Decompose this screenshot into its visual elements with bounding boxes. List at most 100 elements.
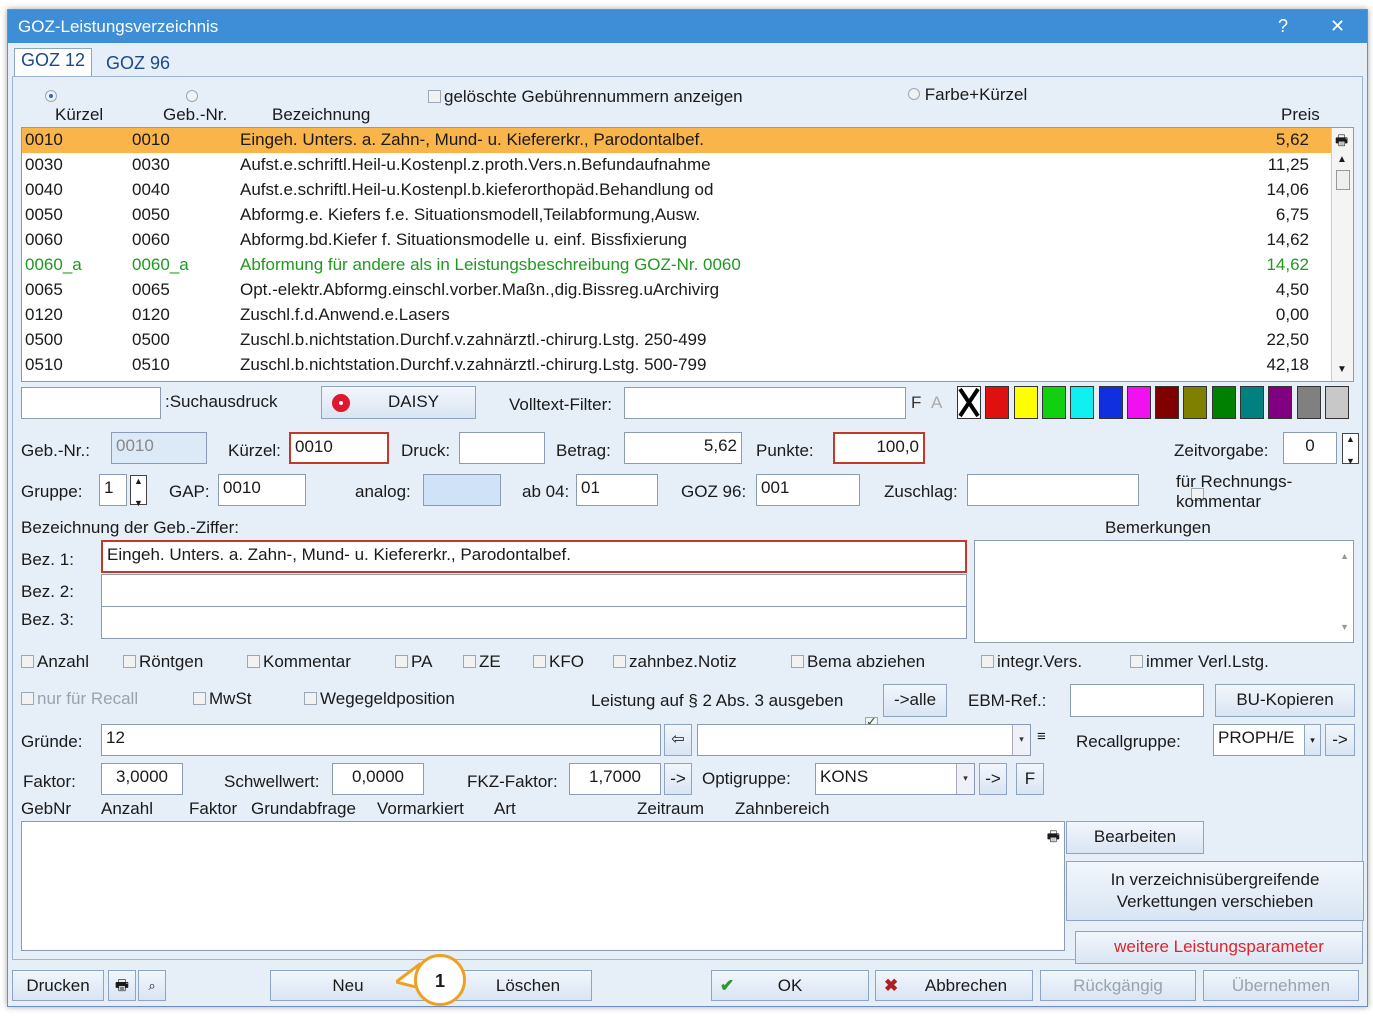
option-checkbox[interactable]: zahnbez.Notiz: [613, 652, 737, 672]
farbe-kuerzel-radio[interactable]: Farbe+Kürzel: [908, 85, 1027, 105]
gruppe-input[interactable]: 1: [99, 474, 127, 506]
color-swatch[interactable]: [1070, 386, 1095, 419]
scroll-up-icon[interactable]: ▲: [1337, 154, 1347, 165]
list-row[interactable]: 0510 0510 Zuschl.b.nichtstation.Durchf.v.z…: [22, 353, 1353, 378]
radio-kuerzel[interactable]: [45, 90, 57, 102]
filter-a-button[interactable]: A: [931, 393, 942, 413]
goz96-input[interactable]: 001: [756, 474, 860, 506]
analog-input[interactable]: [423, 474, 501, 506]
zeitvorgabe-spinner[interactable]: ▲ ▼: [1342, 433, 1359, 466]
color-swatch[interactable]: [1324, 386, 1349, 419]
color-swatch[interactable]: [957, 386, 981, 419]
color-swatch[interactable]: [985, 386, 1010, 419]
zuschlag-input[interactable]: [967, 474, 1139, 506]
recallgruppe-go-button[interactable]: ->: [1325, 724, 1355, 756]
bu-kopieren-button[interactable]: BU-Kopieren: [1215, 684, 1355, 717]
search-input[interactable]: [21, 387, 161, 419]
color-swatch[interactable]: [1240, 386, 1264, 419]
option-checkbox[interactable]: integr.Vers.: [981, 652, 1082, 672]
schwellwert-input[interactable]: 0,0000: [332, 763, 424, 795]
close-button[interactable]: ✕: [1330, 14, 1345, 38]
rueckgaengig-button[interactable]: Rückgängig: [1040, 970, 1196, 1001]
list-row[interactable]: 0120 0120 Zuschl.f.d.Anwend.e.Lasers 0,00: [22, 303, 1353, 328]
faktor-input[interactable]: 3,0000: [101, 763, 183, 795]
list-row[interactable]: 0065 0065 Opt.-elektr.Abformg.einschl.vorb…: [22, 278, 1353, 303]
scroll-down-icon[interactable]: ▼: [1337, 364, 1347, 375]
ab04-input[interactable]: 01: [576, 474, 658, 506]
bemerk-scroll-down-icon[interactable]: ▼: [1340, 616, 1349, 638]
gruppe-spinner[interactable]: ▲ ▼: [130, 475, 147, 508]
ok-button[interactable]: ✔ OK: [711, 970, 869, 1001]
option-checkbox[interactable]: Bema abziehen: [791, 652, 925, 672]
list-icon[interactable]: ≡: [1037, 728, 1046, 745]
printer-settings-icon[interactable]: 🖶: [108, 970, 136, 1001]
bearbeiten-button[interactable]: Bearbeiten: [1066, 821, 1204, 854]
fkz-go-button[interactable]: ->: [664, 763, 692, 795]
help-button[interactable]: ?: [1278, 14, 1288, 38]
header-kuerzel[interactable]: Kürzel: [55, 105, 103, 125]
punkte-input[interactable]: 100,0: [833, 432, 925, 464]
optigruppe-f-button[interactable]: F: [1016, 763, 1044, 795]
drucken-button[interactable]: Drucken: [12, 970, 104, 1001]
bemerkungen-textarea[interactable]: ▲ ▼: [974, 540, 1354, 643]
radio-gebnr[interactable]: [185, 90, 198, 102]
option-checkbox[interactable]: KFO: [533, 652, 584, 672]
chain-col-header[interactable]: Zahnbereich: [735, 799, 830, 819]
chain-col-header[interactable]: Zeitraum: [637, 799, 704, 819]
alle-button[interactable]: ->alle: [883, 684, 947, 717]
print-icon[interactable]: 🖶: [1335, 130, 1348, 154]
gruende-insert-button[interactable]: ⇦: [664, 724, 692, 756]
color-swatch[interactable]: [1013, 386, 1038, 419]
ebm-input[interactable]: [1070, 684, 1204, 717]
list-row[interactable]: 0060 0060 Abformg.bd.Kiefer f. Situationsm…: [22, 228, 1353, 253]
option-checkbox[interactable]: immer Verl.Lstg.: [1130, 652, 1269, 672]
tab-goz12[interactable]: GOZ 12: [14, 48, 93, 76]
header-bezeichnung[interactable]: Bezeichnung: [272, 105, 370, 125]
option-checkbox[interactable]: Röntgen: [123, 652, 203, 672]
gruende-dropdown[interactable]: ▾: [697, 724, 1031, 756]
chain-col-header[interactable]: Faktor: [189, 799, 237, 819]
wegegeld-checkbox[interactable]: Wegegeldposition: [304, 689, 455, 709]
list-row[interactable]: 0010 0010 Eingeh. Unters. a. Zahn-, Mund- …: [22, 128, 1353, 153]
chain-col-header[interactable]: Anzahl: [101, 799, 153, 819]
list-row[interactable]: 0050 0050 Abformg.e. Kiefers f.e. Situatio…: [22, 203, 1353, 228]
bez1-input[interactable]: Eingeh. Unters. a. Zahn-, Mund- u. Kiefe…: [101, 540, 967, 573]
list-row[interactable]: 0030 0030 Aufst.e.schriftl.Heil-u.Kostenpl…: [22, 153, 1353, 178]
weitere-parameter-button[interactable]: weitere Leistungsparameter: [1075, 931, 1363, 964]
betrag-input[interactable]: 5,62: [624, 432, 742, 464]
bemerk-scroll-up-icon[interactable]: ▲: [1340, 545, 1349, 567]
verketten-button[interactable]: In verzeichnisübergreifende Verkettungen…: [1066, 861, 1364, 921]
mwst-checkbox[interactable]: MwSt: [193, 689, 252, 709]
abbrechen-button[interactable]: ✖ Abbrechen: [875, 970, 1033, 1001]
daisy-button[interactable]: DAISY: [321, 386, 476, 419]
list-row[interactable]: 0060_a 0060_a Abformung für andere als in …: [22, 253, 1353, 278]
recall-checkbox[interactable]: nur für Recall: [21, 689, 138, 709]
chain-col-header[interactable]: GebNr: [21, 799, 71, 819]
druck-input[interactable]: [459, 432, 545, 464]
color-swatch[interactable]: [1296, 386, 1321, 419]
option-checkbox[interactable]: Kommentar: [247, 652, 351, 672]
chain-col-header[interactable]: Vormarkiert: [377, 799, 464, 819]
list-row[interactable]: 0040 0040 Aufst.e.schriftl.Heil-u.Kostenpl…: [22, 178, 1353, 203]
bez2-input[interactable]: [101, 574, 967, 607]
print-preview-icon[interactable]: ⌕: [138, 970, 166, 1001]
filter-f-button[interactable]: F: [911, 393, 921, 413]
list-row[interactable]: 0500 0500 Zuschl.b.nichtstation.Durchf.v.z…: [22, 328, 1353, 353]
chain-col-header[interactable]: Grundabfrage: [251, 799, 356, 819]
zeitvorgabe-input[interactable]: 0: [1283, 432, 1337, 464]
kuerzel-input[interactable]: 0010: [289, 432, 389, 464]
color-swatch[interactable]: [1126, 386, 1151, 419]
uebernehmen-button[interactable]: Übernehmen: [1203, 970, 1359, 1001]
optigruppe-chevron-icon[interactable]: ▾: [956, 764, 974, 794]
list-scrollbar[interactable]: 🖶 ▲ ▼: [1331, 128, 1353, 381]
option-checkbox[interactable]: ZE: [463, 652, 501, 672]
color-swatch[interactable]: [1098, 386, 1123, 419]
color-swatch[interactable]: [1268, 386, 1293, 419]
show-deleted-checkbox[interactable]: gelöschte Gebührennummern anzeigen: [428, 87, 743, 107]
chevron-down-icon[interactable]: ▾: [1012, 725, 1030, 755]
header-preis[interactable]: Preis: [1281, 105, 1320, 125]
fkz-input[interactable]: 1,7000: [569, 763, 661, 795]
option-checkbox[interactable]: Anzahl: [21, 652, 89, 672]
chain-list[interactable]: 🖶: [21, 821, 1065, 951]
volltext-input[interactable]: [624, 387, 906, 419]
